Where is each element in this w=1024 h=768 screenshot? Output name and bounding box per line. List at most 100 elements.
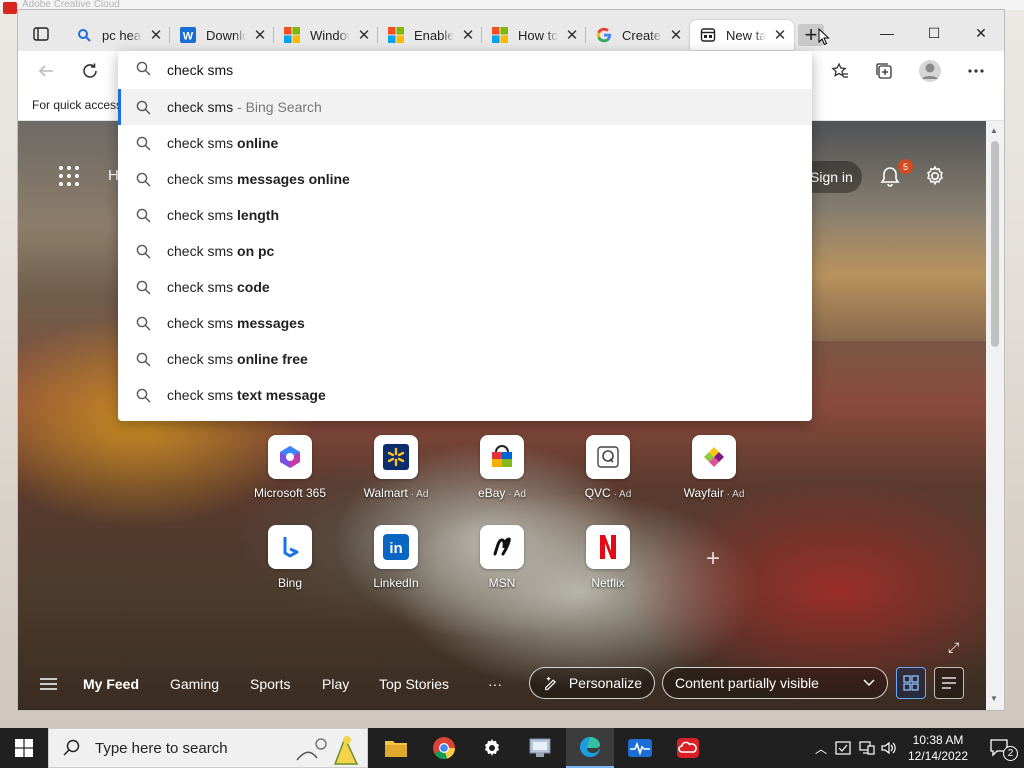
- gear-icon: [485, 739, 499, 756]
- quick-link-microsoft-365[interactable]: Microsoft 365: [246, 435, 334, 507]
- suggestion-item[interactable]: check sms messages online: [118, 161, 812, 197]
- tab-pc-health[interactable]: pc health ✕: [66, 20, 170, 50]
- tile-label: QVC: [584, 486, 611, 500]
- refresh-button[interactable]: [76, 59, 104, 83]
- security-status-icon[interactable]: [835, 741, 851, 755]
- quick-link-msn[interactable]: MSN: [458, 525, 546, 597]
- tile-label: Bing: [277, 576, 303, 590]
- search-icon: [76, 27, 92, 43]
- scroll-up-icon[interactable]: ▲: [990, 126, 998, 135]
- taskbar-file-explorer[interactable]: [372, 728, 420, 768]
- collections-icon: [876, 63, 892, 79]
- tab-windows[interactable]: Windows ✕: [274, 20, 378, 50]
- feed-tab-my-feed[interactable]: My Feed: [83, 676, 139, 692]
- taskbar-settings[interactable]: [468, 728, 516, 768]
- feed-tab-sports[interactable]: Sports: [250, 676, 290, 692]
- minimize-button[interactable]: —: [864, 22, 910, 44]
- start-button[interactable]: [0, 728, 48, 768]
- suggestion-item[interactable]: check sms - Bing Search: [118, 89, 812, 125]
- tab-close-button[interactable]: ✕: [668, 26, 684, 44]
- favorites-button[interactable]: [826, 59, 854, 83]
- scroll-down-icon[interactable]: ▼: [990, 694, 998, 703]
- tab-close-button[interactable]: ✕: [772, 26, 788, 44]
- chevron-up-icon[interactable]: ︿: [815, 740, 827, 757]
- tab-enable[interactable]: Enable ✕: [378, 20, 482, 50]
- taskbar-creative-cloud[interactable]: [664, 728, 712, 768]
- taskbar-search-placeholder: Type here to search: [95, 739, 228, 757]
- maximize-button[interactable]: ☐: [911, 22, 957, 44]
- taskbar-search-box[interactable]: Type here to search: [48, 728, 368, 768]
- quick-link-wayfair[interactable]: Wayfair · Ad: [670, 435, 758, 507]
- scrollbar-thumb[interactable]: [991, 141, 999, 347]
- quick-link-qvc[interactable]: QVC · Ad: [564, 435, 652, 507]
- tab-label: Download: [206, 27, 246, 43]
- settings-more-button[interactable]: [962, 59, 990, 83]
- hamburger-menu-icon[interactable]: [40, 677, 57, 691]
- list-view-button[interactable]: [934, 667, 964, 699]
- tab-actions-button[interactable]: [26, 22, 56, 46]
- suggestion-item[interactable]: check sms code: [118, 269, 812, 305]
- app-launcher-icon[interactable]: [58, 165, 80, 187]
- suggestion-item[interactable]: check sms online: [118, 125, 812, 161]
- taskbar-chrome[interactable]: [420, 728, 468, 768]
- tile-label: Walmart: [363, 486, 408, 500]
- quick-link-netflix[interactable]: Netflix: [564, 525, 652, 597]
- expand-background-icon[interactable]: ⤢: [948, 639, 959, 656]
- content-visibility-dropdown[interactable]: Content partially visible: [662, 667, 888, 699]
- feed-tab-top-stories[interactable]: Top Stories: [379, 676, 449, 692]
- suggestion-source: - Bing Search: [233, 99, 322, 115]
- collections-button[interactable]: [870, 59, 898, 83]
- page-settings-gear-icon[interactable]: [924, 165, 946, 187]
- suggestion-item[interactable]: check sms on pc: [118, 233, 812, 269]
- quick-link-ebay[interactable]: eBay · Ad: [458, 435, 546, 507]
- taskbar-clock[interactable]: 10:38 AM 12/14/2022: [900, 732, 976, 764]
- quick-link-linkedin[interactable]: in LinkedIn: [352, 525, 440, 597]
- grid-view-button[interactable]: [896, 667, 926, 699]
- walmart-icon: [374, 435, 418, 479]
- search-icon: [136, 244, 152, 259]
- suggestion-item[interactable]: check sms online free: [118, 341, 812, 377]
- feed-tab-gaming[interactable]: Gaming: [170, 676, 219, 692]
- quick-link-walmart[interactable]: Walmart · Ad: [352, 435, 440, 507]
- volume-icon[interactable]: [881, 741, 897, 755]
- tab-close-button[interactable]: ✕: [564, 26, 580, 44]
- taskbar-control-panel[interactable]: [516, 728, 564, 768]
- tab-close-button[interactable]: ✕: [148, 26, 164, 44]
- suggestion-item[interactable]: check sms messages: [118, 305, 812, 341]
- tab-new-tab[interactable]: New tab ✕: [690, 20, 794, 50]
- suggestion-list: check sms - Bing Search check sms online c…: [118, 89, 812, 413]
- feed-more-button[interactable]: ···: [488, 676, 502, 692]
- close-window-button[interactable]: ✕: [958, 22, 1004, 44]
- page-scrollbar[interactable]: ▲ ▼: [986, 121, 1004, 710]
- notifications-badge: 5: [898, 159, 913, 174]
- address-suggestions-dropdown: check sms check sms - Bing Search check s…: [118, 51, 812, 421]
- network-icon[interactable]: [859, 741, 875, 755]
- tab-close-button[interactable]: ✕: [356, 26, 372, 44]
- tab-download[interactable]: W Download ✕: [170, 20, 274, 50]
- action-center-button[interactable]: 2: [976, 728, 1024, 768]
- background-app-titlebar: Adobe Creative Cloud: [0, 0, 1024, 14]
- search-icon: [136, 280, 152, 295]
- word-icon: W: [180, 27, 196, 43]
- tab-close-button[interactable]: ✕: [252, 26, 268, 44]
- newtab-icon: [700, 27, 716, 43]
- taskbar-edge[interactable]: [566, 728, 614, 768]
- maximize-icon: ☐: [927, 24, 941, 41]
- back-button[interactable]: [32, 59, 60, 83]
- tab-close-button[interactable]: ✕: [460, 26, 476, 44]
- taskbar-health-monitor[interactable]: [616, 728, 664, 768]
- suggestion-item[interactable]: check sms length: [118, 197, 812, 233]
- tab-create[interactable]: Create ✕: [586, 20, 690, 50]
- address-bar-input[interactable]: check sms: [118, 51, 812, 89]
- personalize-button[interactable]: Personalize: [529, 667, 655, 699]
- feed-tab-play[interactable]: Play: [322, 676, 349, 692]
- profile-button[interactable]: [916, 59, 944, 83]
- tab-label: New tab: [726, 27, 766, 43]
- tile-ad-marker: · Ad: [407, 489, 429, 500]
- suggestion-item[interactable]: check sms text message: [118, 377, 812, 413]
- tab-how-to[interactable]: How to ✕: [482, 20, 586, 50]
- suggestion-query: check sms: [167, 315, 238, 331]
- suggestion-completion: messages: [237, 315, 305, 331]
- quick-link-bing[interactable]: Bing: [246, 525, 334, 597]
- add-quick-link-button[interactable]: +: [706, 545, 720, 573]
